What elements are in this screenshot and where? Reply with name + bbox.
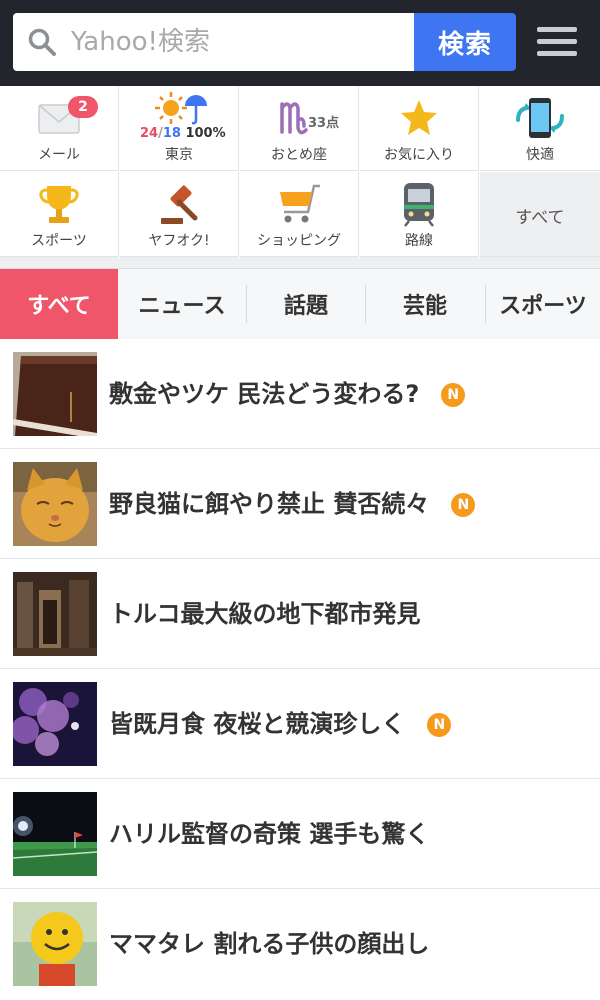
news-title: トルコ最大級の地下都市発見 — [109, 594, 421, 629]
news-title: ママタレ 割れる子供の顔出し — [109, 924, 429, 959]
search-icon — [28, 28, 56, 56]
news-title-text: 野良猫に餌やり禁止 賛否続々 — [109, 490, 430, 518]
service-label: 快適 — [526, 147, 554, 163]
service-label: スポーツ — [31, 233, 87, 249]
service-shopping[interactable]: ショッピング — [240, 172, 359, 257]
stadium-photo — [13, 792, 97, 876]
virgo-icon — [280, 102, 308, 135]
temp-low: 18 — [162, 126, 181, 141]
mail-count-badge: 2 — [68, 96, 98, 118]
trophy-icon — [39, 186, 79, 223]
search-button[interactable]: 検索 — [414, 13, 516, 71]
tab-entertainment[interactable]: 芸能 — [366, 269, 484, 339]
star-icon — [401, 100, 437, 135]
new-badge: N — [451, 493, 476, 517]
service-label: おとめ座 — [271, 147, 327, 163]
service-favorites[interactable]: お気に入り — [360, 86, 479, 171]
cat-photo — [13, 462, 97, 546]
search-box[interactable] — [13, 13, 414, 71]
tab-sports[interactable]: スポーツ — [486, 269, 600, 339]
service-grid: 2 メール 24/18 100% 東京 33点 おとめ座 お気に入り 快適 スポ… — [0, 86, 600, 257]
service-horoscope[interactable]: 33点 おとめ座 — [240, 86, 359, 171]
tab-all[interactable]: すべて — [0, 269, 118, 339]
sakura-photo — [13, 682, 97, 766]
news-title-text: ママタレ 割れる子供の顔出し — [109, 930, 430, 958]
service-all[interactable]: すべて — [480, 172, 600, 257]
temp-high: 24 — [140, 126, 159, 141]
news-item[interactable]: ママタレ 割れる子供の顔出し — [0, 889, 600, 999]
rain-chance: 100% — [185, 126, 226, 141]
tab-news[interactable]: ニュース — [118, 269, 246, 339]
news-title-text: トルコ最大級の地下都市発見 — [109, 600, 421, 628]
weather-icon — [155, 92, 207, 125]
news-title: 敷金やツケ 民法どう変わる? N — [109, 374, 466, 409]
child-photo — [13, 902, 97, 986]
new-badge: N — [427, 713, 452, 737]
search-input[interactable] — [71, 23, 401, 61]
news-tabs: すべて ニュース 話題 芸能 スポーツ — [0, 268, 600, 340]
service-mail[interactable]: 2 メール — [0, 86, 119, 171]
news-item[interactable]: 敷金やツケ 民法どう変わる? N — [0, 339, 600, 449]
news-item[interactable]: 皆既月食 夜桜と競演珍しく N — [0, 669, 600, 779]
book-photo — [13, 352, 97, 436]
news-title: 皆既月食 夜桜と競演珍しく N — [109, 704, 452, 739]
service-auction[interactable]: ヤフオク! — [120, 172, 239, 257]
service-label: メール — [38, 147, 80, 163]
gavel-icon — [161, 185, 198, 224]
cart-icon — [280, 184, 320, 223]
news-title-text: ハリル監督の奇策 選手も驚く — [109, 820, 430, 848]
news-item[interactable]: 野良猫に餌やり禁止 賛否続々 N — [0, 449, 600, 559]
news-list: 敷金やツケ 民法どう変わる? N 野良猫に餌やり禁止 賛否続々 N トルコ最大級… — [0, 339, 600, 1000]
service-label: お気に入り — [384, 147, 454, 163]
cave-photo — [13, 572, 97, 656]
tab-topics[interactable]: 話題 — [247, 269, 365, 339]
service-sports[interactable]: スポーツ — [0, 172, 119, 257]
news-title-text: 敷金やツケ 民法どう変わる? — [109, 380, 420, 408]
news-title: ハリル監督の奇策 選手も驚く — [109, 814, 429, 849]
service-label: 路線 — [405, 233, 433, 249]
service-weather[interactable]: 24/18 100% 東京 — [120, 86, 239, 171]
hamburger-menu-icon[interactable] — [537, 27, 577, 59]
header-bar: 検索 — [0, 0, 600, 86]
news-title-text: 皆既月食 夜桜と競演珍しく — [109, 710, 406, 738]
new-badge: N — [441, 383, 466, 407]
service-label: 東京 — [165, 147, 193, 163]
service-label: すべて — [515, 208, 565, 228]
horoscope-points: 33点 — [308, 116, 340, 131]
service-comfort[interactable]: 快適 — [480, 86, 600, 171]
news-title: 野良猫に餌やり禁止 賛否続々 N — [109, 484, 476, 519]
weather-temperature: 24/18 100% — [140, 126, 226, 141]
service-label: ショッピング — [257, 233, 341, 249]
service-transit[interactable]: 路線 — [360, 172, 479, 257]
phone-icon — [516, 98, 564, 138]
train-icon — [404, 183, 434, 227]
service-label: ヤフオク! — [148, 233, 210, 249]
news-item[interactable]: ハリル監督の奇策 選手も驚く — [0, 779, 600, 889]
news-item[interactable]: トルコ最大級の地下都市発見 — [0, 559, 600, 669]
